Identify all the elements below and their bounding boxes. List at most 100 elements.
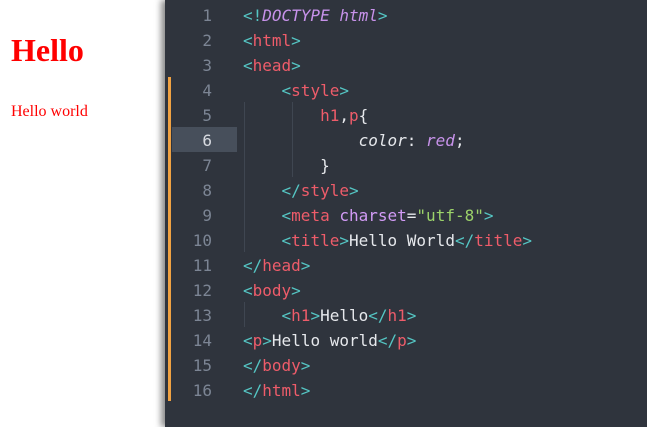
code-line[interactable]: 15 </body> (165, 353, 647, 378)
code-text[interactable]: </head> (243, 253, 310, 278)
app-window: Hello Hello world 1 <!DOCTYPE html> 2 <html… (0, 0, 647, 427)
line-number: 11 (192, 256, 212, 275)
code-text[interactable]: <!DOCTYPE html> (243, 3, 388, 28)
code-token: > (483, 206, 494, 225)
code-text[interactable]: <meta charset="utf-8"> (243, 203, 494, 228)
code-token: > (300, 381, 311, 400)
code-line[interactable]: 14 <p>Hello world</p> (165, 328, 647, 353)
code-token: < (243, 331, 253, 350)
code-token: < (243, 281, 253, 300)
code-token: } (320, 156, 330, 175)
line-number: 15 (192, 356, 212, 375)
code-token: > (300, 256, 311, 275)
code-token: Hello (320, 306, 369, 325)
line-number: 4 (202, 81, 212, 100)
code-line[interactable]: 9 <meta charset="utf-8"> (165, 203, 647, 228)
code-text[interactable]: h1,p{ (243, 103, 368, 128)
code-token: > (339, 231, 349, 250)
code-token: , (339, 106, 349, 125)
code-token: < (243, 56, 253, 75)
code-text[interactable]: } (243, 153, 330, 178)
line-number: 7 (202, 156, 212, 175)
code-line[interactable]: 5 h1,p{ (165, 103, 647, 128)
code-text[interactable]: <head> (243, 53, 301, 78)
code-token: < (281, 206, 292, 225)
code-token: < (281, 306, 292, 325)
code-text[interactable]: <title>Hello World</title> (243, 228, 533, 253)
code-token: </ (243, 381, 263, 400)
code-token: ; (454, 131, 465, 150)
code-token: > (348, 181, 359, 200)
code-line[interactable]: 13 <h1>Hello</h1> (165, 303, 647, 328)
code-token: </ (243, 356, 263, 375)
code-token: > (291, 281, 301, 300)
code-token: > (300, 356, 311, 375)
code-token: Hello World (348, 231, 455, 250)
code-text[interactable]: <style> (243, 78, 349, 103)
code-text[interactable]: <html> (243, 28, 301, 53)
code-token: > (522, 231, 533, 250)
line-number: 10 (192, 231, 212, 250)
code-line[interactable]: 3 <head> (165, 53, 647, 78)
code-line[interactable]: 1 <!DOCTYPE html> (165, 3, 647, 28)
code-token: body (262, 356, 301, 375)
line-number: 5 (202, 106, 212, 125)
code-token: html (339, 6, 378, 25)
code-token: < (243, 31, 253, 50)
code-line[interactable]: 2 <html> (165, 28, 647, 53)
code-token: charset (339, 206, 407, 225)
code-text[interactable]: <body> (243, 278, 301, 303)
code-text[interactable]: </html> (243, 378, 310, 403)
preview-heading: Hello (11, 32, 84, 68)
code-line[interactable]: 10 <title>Hello World</title> (165, 228, 647, 253)
code-line[interactable]: 11 </head> (165, 253, 647, 278)
code-token: p (252, 331, 263, 350)
code-token: red (426, 131, 455, 150)
code-token: > (377, 6, 388, 25)
line-number: 1 (202, 6, 212, 25)
code-token: > (406, 331, 417, 350)
line-number: 14 (192, 331, 212, 350)
code-token: head (252, 56, 292, 75)
code-token: < (281, 231, 292, 250)
code-text[interactable]: </style> (243, 178, 359, 203)
line-number: 2 (202, 31, 212, 50)
code-token: </ (454, 231, 475, 250)
line-number: 3 (202, 56, 212, 75)
code-token: meta (291, 206, 330, 225)
line-number: 16 (192, 381, 212, 400)
code-token: > (262, 331, 272, 350)
code-token: < (281, 81, 292, 100)
code-token: h1 (320, 106, 340, 125)
line-number: 6 (202, 131, 212, 150)
code-token: p (348, 106, 359, 125)
line-number: 12 (192, 281, 212, 300)
code-token: : (406, 131, 427, 150)
code-token: title (291, 231, 340, 250)
code-token: DOCTYPE (262, 6, 330, 25)
code-token: > (291, 56, 301, 75)
line-number: 13 (192, 306, 212, 325)
code-line[interactable]: 12 <body> (165, 278, 647, 303)
code-token: body (252, 281, 292, 300)
code-token: html (252, 31, 292, 50)
code-line[interactable]: 8 </style> (165, 178, 647, 203)
code-line[interactable]: 7 } (165, 153, 647, 178)
code-editor[interactable]: 1 <!DOCTYPE html> 2 <html> 3 <head> 4 <style> 5… (165, 0, 647, 427)
code-token: > (406, 306, 417, 325)
code-line[interactable]: 6 color: red; (165, 128, 647, 153)
code-text[interactable]: </body> (243, 353, 310, 378)
code-line[interactable]: 16 </html> (165, 378, 647, 403)
code-line[interactable]: 4 <style> (165, 78, 647, 103)
code-text[interactable]: color: red; (243, 128, 465, 153)
code-text[interactable]: <h1>Hello</h1> (243, 303, 417, 328)
code-token: > (310, 306, 321, 325)
live-preview-pane: Hello Hello world (0, 0, 165, 427)
code-text[interactable]: <p>Hello world</p> (243, 328, 416, 353)
